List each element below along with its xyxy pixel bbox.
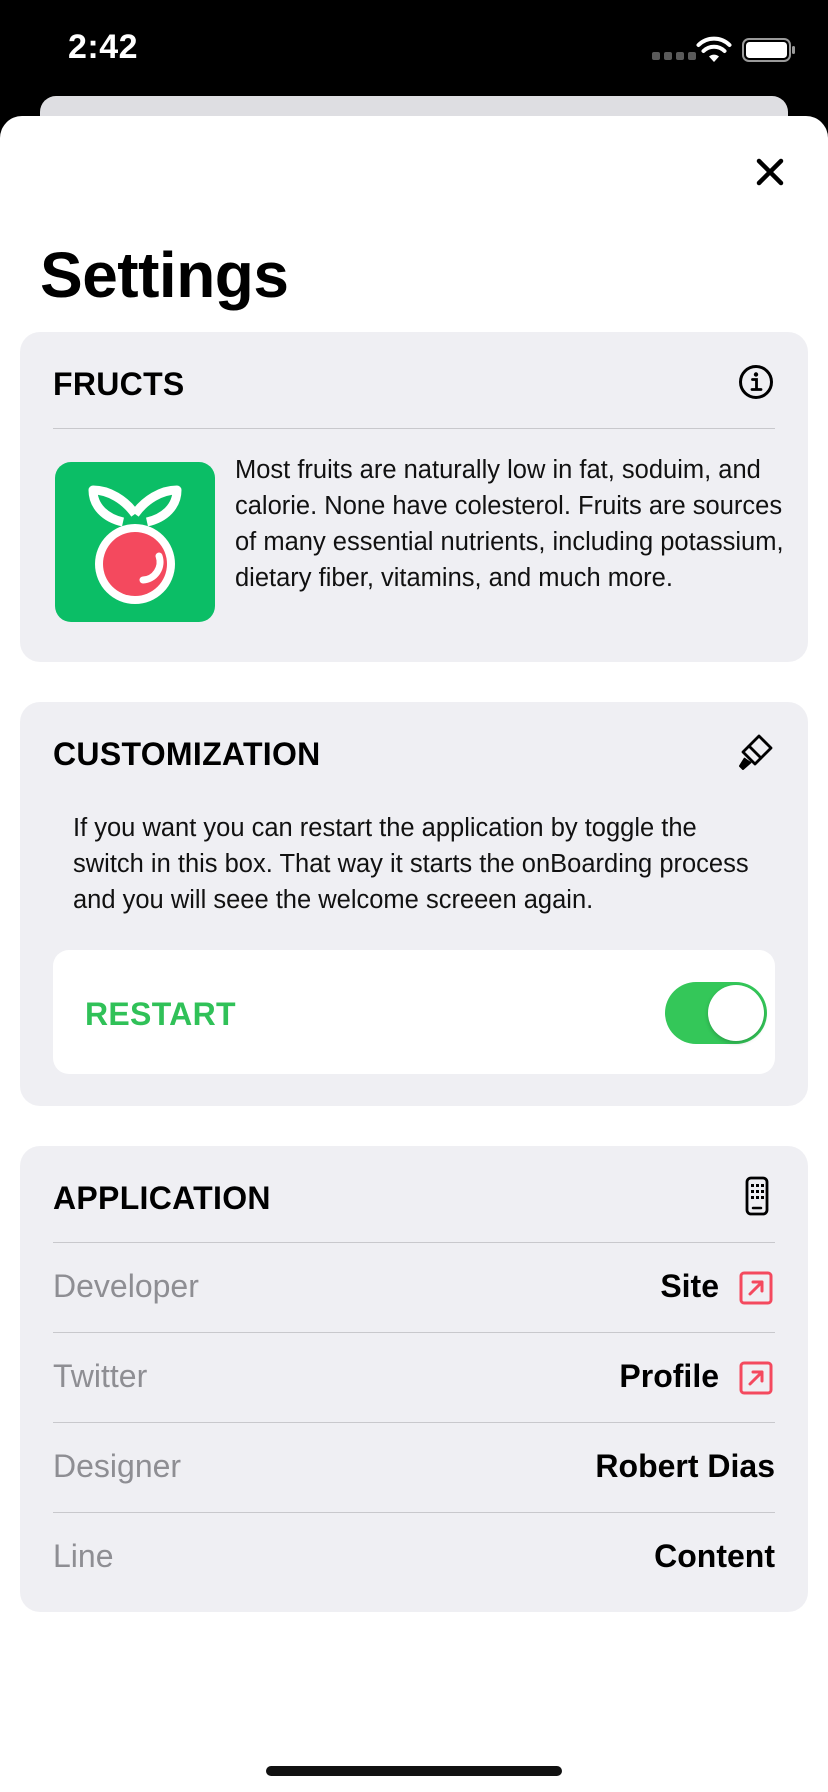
status-bar: 2:42 (0, 0, 828, 100)
customization-card: CUSTOMIZATION If you want you can restar… (20, 702, 808, 1106)
fructs-card: FRUCTS Most fruits are naturally low in … (20, 332, 808, 662)
customization-title: CUSTOMIZATION (53, 736, 321, 772)
restart-row: RESTART (53, 950, 775, 1074)
divider (53, 428, 775, 429)
cellular-signal-icon (652, 52, 702, 60)
restart-toggle[interactable] (665, 982, 767, 1044)
restart-label: RESTART (85, 996, 236, 1032)
home-indicator[interactable] (266, 1766, 562, 1776)
external-link-icon[interactable] (739, 1361, 773, 1395)
close-icon (756, 158, 784, 186)
info-circle-icon (739, 365, 773, 399)
fructs-title: FRUCTS (53, 366, 185, 402)
wifi-icon (696, 36, 732, 62)
status-time: 2:42 (68, 28, 139, 66)
application-header: APPLICATION (53, 1146, 775, 1242)
developer-site-link[interactable]: Site (660, 1268, 719, 1305)
fruit-logo-icon (88, 485, 182, 604)
info-value: Content (654, 1538, 775, 1574)
toggle-knob (708, 985, 764, 1041)
info-row-designer: Designer Robert Dias (53, 1422, 775, 1512)
application-title: APPLICATION (53, 1180, 271, 1216)
external-link-icon[interactable] (739, 1271, 773, 1305)
customization-description: If you want you can restart the applicat… (73, 814, 749, 914)
fructs-description: Most fruits are naturally low in fat, so… (235, 456, 784, 592)
battery-icon (742, 38, 795, 62)
fructs-header: FRUCTS (53, 332, 775, 428)
customization-header: CUSTOMIZATION (53, 702, 775, 798)
application-card: APPLICATION Developer Site Twitter Profi… (20, 1146, 808, 1612)
app-logo (55, 462, 215, 622)
info-row-twitter: Twitter Profile (53, 1332, 775, 1422)
info-row-developer: Developer Site (53, 1242, 775, 1332)
info-label: Developer (53, 1268, 199, 1304)
close-button[interactable] (744, 146, 796, 198)
info-value: Robert Dias (595, 1448, 775, 1484)
page-title: Settings (40, 239, 289, 311)
info-label: Designer (53, 1448, 182, 1484)
iphone-icon (745, 1176, 769, 1216)
info-row-line: Line Content (53, 1512, 775, 1602)
info-label: Line (53, 1538, 114, 1574)
paintbrush-icon (739, 734, 773, 770)
info-label: Twitter (53, 1358, 148, 1394)
twitter-profile-link[interactable]: Profile (619, 1358, 719, 1395)
